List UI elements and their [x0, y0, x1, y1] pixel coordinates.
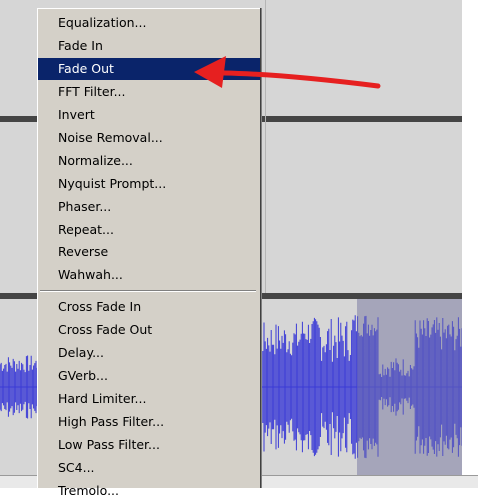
menu-item-tremolo[interactable]: Tremolo...: [38, 480, 260, 502]
menu-item-phaser[interactable]: Phaser...: [38, 196, 260, 218]
menu-item-invert[interactable]: Invert: [38, 104, 260, 126]
audio-editor-window: Equalization... Fade In Fade Out FFT Fil…: [0, 0, 478, 498]
menu-item-repeat[interactable]: Repeat...: [38, 219, 260, 241]
selection-overlay: [357, 299, 462, 475]
menu-item-cross-fade-in[interactable]: Cross Fade In: [38, 296, 260, 318]
menu-item-noise-removal[interactable]: Noise Removal...: [38, 127, 260, 149]
menu-item-delay[interactable]: Delay...: [38, 342, 260, 364]
menu-item-gverb[interactable]: GVerb...: [38, 365, 260, 387]
menu-item-equalization[interactable]: Equalization...: [38, 12, 260, 34]
menu-item-fade-out[interactable]: Fade Out: [38, 58, 260, 80]
menu-item-cross-fade-out[interactable]: Cross Fade Out: [38, 319, 260, 341]
effect-menu: Equalization... Fade In Fade Out FFT Fil…: [37, 8, 260, 498]
menu-item-fft-filter[interactable]: FFT Filter...: [38, 81, 260, 103]
grid-line: [265, 0, 266, 293]
menu-item-sc4[interactable]: SC4...: [38, 457, 260, 479]
window-edge: [462, 0, 478, 487]
menu-separator: [40, 290, 256, 292]
menu-item-fade-in[interactable]: Fade In: [38, 35, 260, 57]
menu-item-reverse[interactable]: Reverse: [38, 241, 260, 263]
menu-item-wahwah[interactable]: Wahwah...: [38, 264, 260, 286]
menu-item-low-pass-filter[interactable]: Low Pass Filter...: [38, 434, 260, 456]
menu-item-hard-limiter[interactable]: Hard Limiter...: [38, 388, 260, 410]
menu-item-normalize[interactable]: Normalize...: [38, 150, 260, 172]
menu-item-high-pass-filter[interactable]: High Pass Filter...: [38, 411, 260, 433]
menu-item-nyquist-prompt[interactable]: Nyquist Prompt...: [38, 173, 260, 195]
